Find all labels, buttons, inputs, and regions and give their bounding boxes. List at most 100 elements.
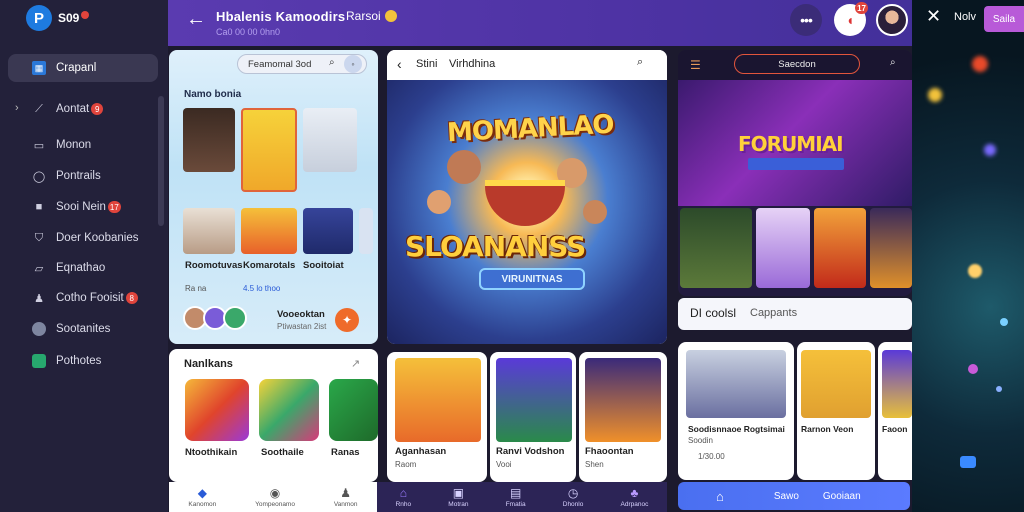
- action-label[interactable]: Gooiaan: [823, 491, 861, 502]
- profile-image[interactable]: [329, 379, 378, 441]
- sidebar-scrollbar[interactable]: [158, 96, 164, 226]
- section-header: DI coolsl Cappants: [678, 298, 912, 330]
- thumbnail-image[interactable]: [241, 208, 297, 254]
- profile-image[interactable]: [259, 379, 319, 441]
- close-icon[interactable]: ✕: [926, 6, 941, 27]
- thumbnail-image[interactable]: [183, 208, 235, 254]
- home-icon[interactable]: ⌂: [716, 489, 724, 504]
- section-heading: Namo bonia: [184, 89, 242, 100]
- coins-text: Rarsoi: [346, 9, 381, 23]
- card-title: Aganhasan: [395, 446, 447, 457]
- character-figure: [447, 150, 481, 184]
- nav-item[interactable]: ♟ Vanmon: [334, 486, 358, 508]
- thumbnail-image[interactable]: [303, 208, 353, 254]
- top-bar: ← Hbalenis Kamoodirs Ca0 00 00 0hn0 Rars…: [168, 0, 912, 46]
- sidebar-item-sooi-nein[interactable]: ■ Sooi Nein 17: [8, 193, 158, 221]
- card-image: [801, 350, 871, 418]
- inbox-icon: ▭: [33, 139, 45, 152]
- thumbnail-image[interactable]: [870, 208, 912, 288]
- right-side-panel: ✕ Nolv Saila: [912, 0, 1024, 512]
- people-panel: Nanlkans ↗ Ntoothikain Soothaile Ranas: [169, 349, 378, 482]
- decor-dot: [996, 386, 1002, 392]
- stage-banner[interactable]: FORUMIAI: [678, 80, 912, 206]
- content-card[interactable]: Rarnon Veon: [797, 342, 875, 480]
- back-arrow-icon[interactable]: ←: [186, 8, 206, 31]
- bottom-nav-left: ◆ Kanomon ◉ Yompeonamo ♟ Vanmon: [169, 482, 377, 512]
- avatar-stack[interactable]: [183, 306, 247, 330]
- avatar-icon: [32, 322, 46, 336]
- home-icon: ⌂: [399, 486, 407, 500]
- sidebar-item-cotho-fooisit[interactable]: ♟ Cotho Fooisit 8: [8, 284, 158, 312]
- logo-text: S09: [58, 11, 80, 25]
- nav-label: Kanomon: [188, 501, 217, 508]
- action-label[interactable]: Sawo: [774, 491, 799, 502]
- content-card[interactable]: Ranvi Vodshon Vooi: [490, 352, 576, 482]
- user-icon: ♟: [340, 486, 352, 500]
- nav-item[interactable]: ▤ Fmatia: [506, 486, 526, 508]
- action-button[interactable]: ✦: [335, 308, 359, 332]
- search-icon[interactable]: ⌕: [890, 57, 896, 68]
- sidebar-item-crapanl[interactable]: ▦ Crapanl: [8, 54, 158, 82]
- notification-button[interactable]: ◖ 17: [834, 2, 868, 36]
- profile-image[interactable]: [185, 379, 249, 441]
- search-icon[interactable]: ⌕: [637, 56, 643, 69]
- sidebar-item-sootanites[interactable]: Sootanites: [8, 315, 158, 343]
- sidebar-item-aontat[interactable]: ⟋ Aontat 9: [8, 95, 158, 123]
- bottom-nav-mid: ⌂ Rnho ▣ Motran ▤ Fmatia ◷ Dhonlo ♣ Adrpanoc: [377, 482, 667, 512]
- search-icon[interactable]: ⌕: [329, 57, 335, 68]
- person-name: Soothaile: [261, 447, 304, 458]
- content-card[interactable]: Soodisnnaoe Rogtsimai Soodin 1/30.00: [678, 342, 794, 480]
- sidebar-item-monon[interactable]: ▭ Monon: [8, 131, 158, 159]
- notification-icon: ◖: [845, 12, 855, 28]
- thumbnail-image[interactable]: [756, 208, 810, 288]
- thumbnail-image[interactable]: [680, 208, 752, 288]
- sidebar-item-label: Eqnathao: [56, 262, 106, 274]
- sidebar-item-label: Cotho Fooisit: [56, 292, 124, 304]
- sidebar-item-eqnathao[interactable]: ▱ Eqnathao: [8, 254, 158, 282]
- nav-item[interactable]: ◷ Dhonlo: [563, 486, 584, 508]
- arrow-icon[interactable]: ↗: [351, 357, 360, 370]
- back-icon[interactable]: ‹: [397, 56, 402, 72]
- nav-item[interactable]: ▣ Motran: [448, 486, 468, 508]
- chip-subtitle: Ptiwastan 2ist: [277, 322, 327, 331]
- content-card[interactable]: Aganhasan Raom: [387, 352, 487, 482]
- sign-in-button[interactable]: Saila: [984, 6, 1024, 32]
- person-name: Ranas: [331, 447, 360, 458]
- nav-item[interactable]: ♣ Adrpanoc: [621, 486, 649, 508]
- sidebar-item-pothotes[interactable]: Pothotes: [8, 347, 158, 375]
- thumbnail-image[interactable]: [183, 108, 235, 172]
- decor-light: [972, 56, 988, 72]
- thumbnail-image[interactable]: [241, 108, 297, 192]
- content-card[interactable]: Fhaoontan Shen: [579, 352, 667, 482]
- nav-item[interactable]: ◉ Yompeonamo: [255, 486, 295, 508]
- panel-title-secondary: Virhdhina: [449, 58, 496, 70]
- nav-item[interactable]: ⌂ Rnho: [396, 486, 412, 508]
- decor-light: [928, 88, 942, 102]
- content-card[interactable]: Faoon: [878, 342, 912, 480]
- section-heading: Nanlkans: [184, 358, 233, 370]
- thumbnail-image[interactable]: [359, 208, 373, 254]
- sidebar-item-label: Sootanites: [56, 323, 111, 335]
- sidebar-item-doer-koobanies[interactable]: ⛉ Doer Koobanies: [8, 224, 158, 252]
- app-logo[interactable]: P S09: [26, 5, 90, 31]
- hero-title: MOMANLAO: [446, 109, 615, 149]
- square-icon: ▣: [452, 486, 465, 500]
- hero-subtitle: VIRUNITNAS: [479, 268, 585, 290]
- explore-panel: Feamomal 3od ⌕ ◦ Namo bonia Roomotuvas K…: [169, 50, 378, 344]
- count-badge: 9: [91, 103, 104, 115]
- panel-header: ‹ Stini Virhdhina ⌕: [387, 50, 667, 80]
- more-button[interactable]: •••: [790, 4, 822, 36]
- thumbnail-image[interactable]: [303, 108, 357, 172]
- chip-title: Vooeoktan: [277, 309, 325, 320]
- sidebar-item-pontrails[interactable]: ◯ Pontrails: [8, 162, 158, 190]
- treasure-bowl: [485, 180, 565, 226]
- card-subtitle: Vooi: [496, 460, 512, 469]
- coins-label[interactable]: Rarsoi: [346, 9, 397, 23]
- thumbnail-image[interactable]: [814, 208, 866, 288]
- filter-button[interactable]: ◦: [344, 55, 362, 73]
- menu-icon[interactable]: ☰: [690, 58, 701, 72]
- nav-item[interactable]: ◆ Kanomon: [188, 486, 216, 508]
- search-pill[interactable]: Saecdon: [734, 54, 860, 74]
- hero-banner[interactable]: MOMANLAO SLOANANSS VIRUNITNAS: [387, 80, 667, 344]
- user-avatar[interactable]: [876, 4, 908, 36]
